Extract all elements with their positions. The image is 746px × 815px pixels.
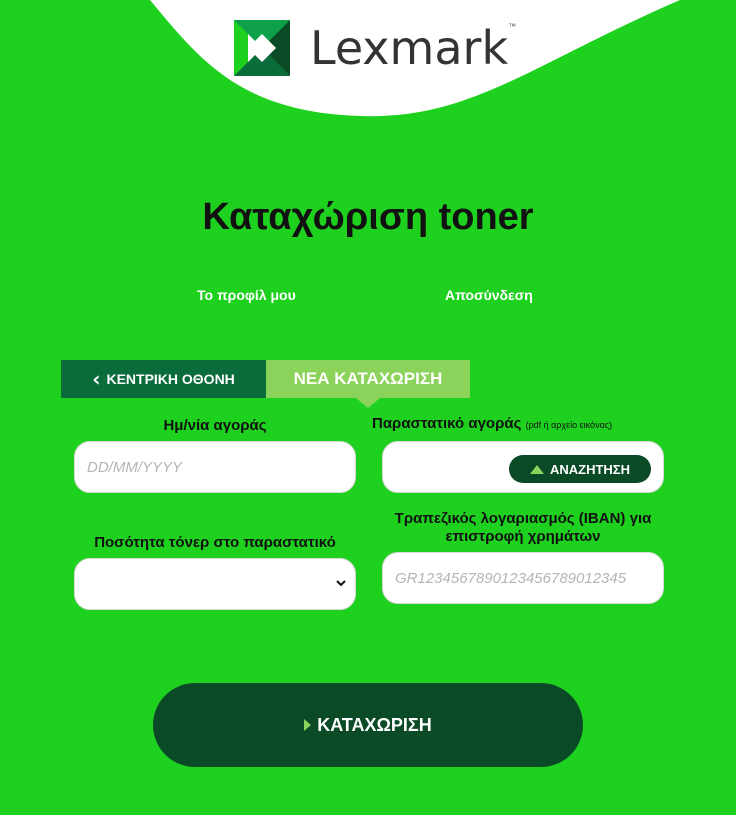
my-profile-link[interactable]: Το προφίλ μου (197, 287, 296, 303)
quantity-select[interactable] (74, 558, 356, 610)
purchase-date-input[interactable] (75, 442, 355, 492)
iban-label-line2: επιστροφή χρημάτων (445, 528, 601, 545)
chevron-down-icon (336, 580, 346, 587)
iban-field[interactable] (382, 552, 664, 604)
search-file-button[interactable]: ΑΝΑΖΗΤΗΣΗ (509, 455, 651, 483)
tab-new-entry[interactable]: ΝΕΑ ΚΑΤΑΧΩΡΙΣΗ (266, 360, 470, 408)
lexmark-logo[interactable]: Lexmark ™ (234, 20, 516, 76)
page-title: Καταχώριση toner (202, 196, 534, 238)
page: Lexmark ™ Καταχώριση toner Το προφίλ μου… (0, 0, 746, 815)
receipt-label: Παραστατικό αγοράς (pdf ή αρχείο εικόνας… (372, 415, 677, 432)
purchase-date-label-text: Ημ/νία αγοράς (163, 417, 267, 434)
logout-link[interactable]: Αποσύνδεση (445, 287, 533, 303)
iban-label-line1: Τραπεζικός λογαριασμός (IBAN) για (394, 510, 652, 527)
quantity-label-text: Ποσότητα τόνερ στο παραστατικό (94, 534, 336, 551)
tab-bar: ‹ ΚΕΝΤΡΙΚΗ ΟΘΟΝΗ ΝΕΑ ΚΑΤΑΧΩΡΙΣΗ (61, 360, 470, 408)
iban-input[interactable] (383, 553, 663, 603)
triangle-right-icon (304, 719, 312, 731)
chevron-left-icon: ‹ (92, 367, 101, 391)
lexmark-diamond-icon (234, 20, 290, 76)
search-file-label: ΑΝΑΖΗΤΗΣΗ (549, 461, 630, 477)
submit-button[interactable]: ΚΑΤΑΧΩΡΙΣΗ (153, 683, 583, 767)
tab-home-label: ΚΕΝΤΡΙΚΗ ΟΘΟΝΗ (106, 371, 235, 387)
tab-new-label: ΝΕΑ ΚΑΤΑΧΩΡΙΣΗ (293, 369, 443, 388)
quantity-label: Ποσότητα τόνερ στο παραστατικό (70, 534, 360, 551)
receipt-hint: (pdf ή αρχείο εικόνας) (525, 420, 613, 430)
receipt-upload-field[interactable]: ΑΝΑΖΗΤΗΣΗ (382, 441, 664, 493)
tab-home-screen[interactable]: ‹ ΚΕΝΤΡΙΚΗ ΟΘΟΝΗ (61, 360, 266, 398)
purchase-date-field[interactable] (74, 441, 356, 493)
submit-label: ΚΑΤΑΧΩΡΙΣΗ (317, 714, 432, 735)
iban-label: Τραπεζικός λογαριασμός (IBAN) για επιστρ… (368, 510, 678, 546)
logo-text: Lexmark (310, 21, 509, 75)
receipt-label-text: Παραστατικό αγοράς (372, 415, 522, 432)
purchase-date-label: Ημ/νία αγοράς (74, 417, 356, 434)
trademark-symbol: ™ (508, 22, 517, 31)
right-edge (736, 0, 746, 815)
triangle-up-icon (529, 464, 544, 474)
